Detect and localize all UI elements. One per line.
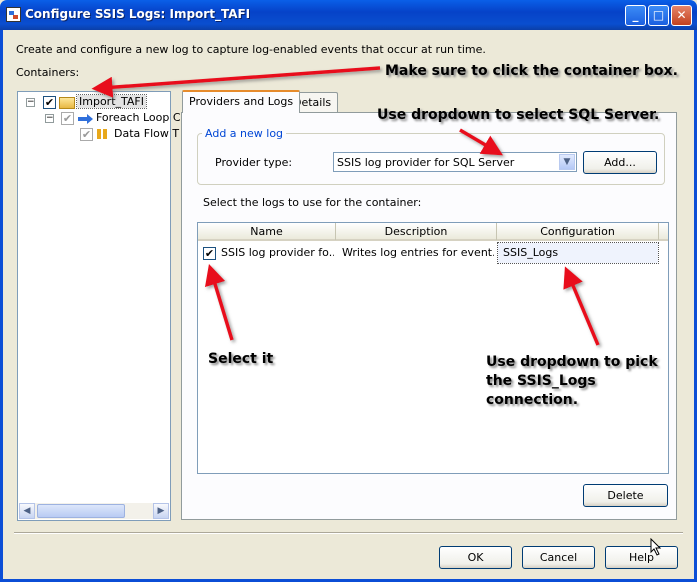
folder-icon bbox=[59, 97, 75, 109]
maximize-button[interactable]: □ bbox=[648, 5, 669, 26]
scroll-left-icon[interactable]: ◀ bbox=[19, 503, 35, 519]
logs-table[interactable]: Name Description Configuration ✔ SSIS lo… bbox=[197, 222, 669, 474]
column-header-name[interactable]: Name bbox=[198, 223, 336, 240]
window-title: Configure SSIS Logs: Import_TAFI bbox=[25, 7, 251, 21]
provider-type-dropdown[interactable]: SSIS log provider for SQL Server ▼ bbox=[333, 152, 577, 172]
title-bar: Configure SSIS Logs: Import_TAFI _ □ ✕ bbox=[0, 0, 697, 30]
containers-label: Containers: bbox=[16, 66, 80, 79]
annotation-container-box: Make sure to click the container box. bbox=[385, 63, 678, 79]
log-enabled-checkbox[interactable]: ✔ bbox=[203, 247, 216, 260]
column-header-configuration[interactable]: Configuration bbox=[497, 223, 659, 240]
column-header-description[interactable]: Description bbox=[336, 223, 497, 240]
app-icon bbox=[6, 7, 21, 22]
containers-tree[interactable]: − ✔ Import_TAFI − ✔ Foreach Loop C ✔ Dat… bbox=[17, 91, 181, 521]
provider-type-value: SSIS log provider for SQL Server bbox=[337, 156, 515, 169]
tree-node-label[interactable]: Foreach Loop C bbox=[96, 111, 181, 124]
annotation-pick-connection: Use dropdown to pick the SSIS_Logs conne… bbox=[486, 354, 658, 408]
chevron-down-icon[interactable]: ▼ bbox=[559, 154, 575, 170]
annotation-select-it: Select it bbox=[208, 351, 274, 367]
table-header: Name Description Configuration bbox=[198, 223, 668, 241]
provider-type-label: Provider type: bbox=[215, 156, 293, 169]
add-new-log-title: Add a new log bbox=[202, 127, 287, 140]
data-flow-checkbox[interactable]: ✔ bbox=[80, 128, 93, 141]
tree-node-data-flow[interactable]: ✔ Data Flow T bbox=[18, 126, 179, 142]
table-row[interactable]: ✔ SSIS log provider fo... Writes log ent… bbox=[198, 242, 659, 264]
foreach-loop-checkbox[interactable]: ✔ bbox=[61, 112, 74, 125]
minimize-button[interactable]: _ bbox=[625, 5, 646, 26]
mouse-cursor-icon bbox=[650, 538, 662, 556]
delete-button[interactable]: Delete bbox=[583, 484, 668, 507]
tab-providers-and-logs[interactable]: Providers and Logs bbox=[182, 90, 301, 113]
ok-button[interactable]: OK bbox=[439, 546, 512, 569]
foreach-loop-icon bbox=[78, 114, 94, 124]
intro-text: Create and configure a new log to captur… bbox=[16, 43, 486, 56]
tree-node-label[interactable]: Import_TAFI bbox=[76, 94, 147, 109]
tree-node-foreach-loop[interactable]: − ✔ Foreach Loop C bbox=[18, 110, 181, 126]
select-logs-label: Select the logs to use for the container… bbox=[203, 196, 422, 209]
add-button[interactable]: Add... bbox=[583, 151, 657, 174]
close-button[interactable]: ✕ bbox=[671, 5, 692, 26]
scroll-thumb[interactable] bbox=[37, 504, 125, 518]
footer-separator bbox=[14, 532, 683, 534]
tree-node-import-tafi[interactable]: − ✔ Import_TAFI bbox=[18, 94, 168, 110]
scroll-right-icon[interactable]: ▶ bbox=[153, 503, 169, 519]
cancel-button[interactable]: Cancel bbox=[522, 546, 595, 569]
log-description-cell[interactable]: Writes log entries for event... bbox=[342, 243, 494, 263]
annotation-dropdown-sql: Use dropdown to select SQL Server. bbox=[377, 107, 660, 123]
import-tafi-checkbox[interactable]: ✔ bbox=[43, 96, 56, 109]
collapse-icon[interactable]: − bbox=[45, 114, 54, 123]
data-flow-icon bbox=[96, 127, 110, 141]
log-configuration-cell[interactable]: SSIS_Logs bbox=[497, 242, 659, 264]
help-button[interactable]: Help bbox=[605, 546, 678, 569]
log-name-cell[interactable]: SSIS log provider fo... bbox=[221, 243, 334, 263]
tree-node-label[interactable]: Data Flow T bbox=[114, 127, 179, 140]
tree-horizontal-scrollbar[interactable]: ◀ ▶ bbox=[19, 503, 169, 519]
collapse-icon[interactable]: − bbox=[26, 98, 35, 107]
